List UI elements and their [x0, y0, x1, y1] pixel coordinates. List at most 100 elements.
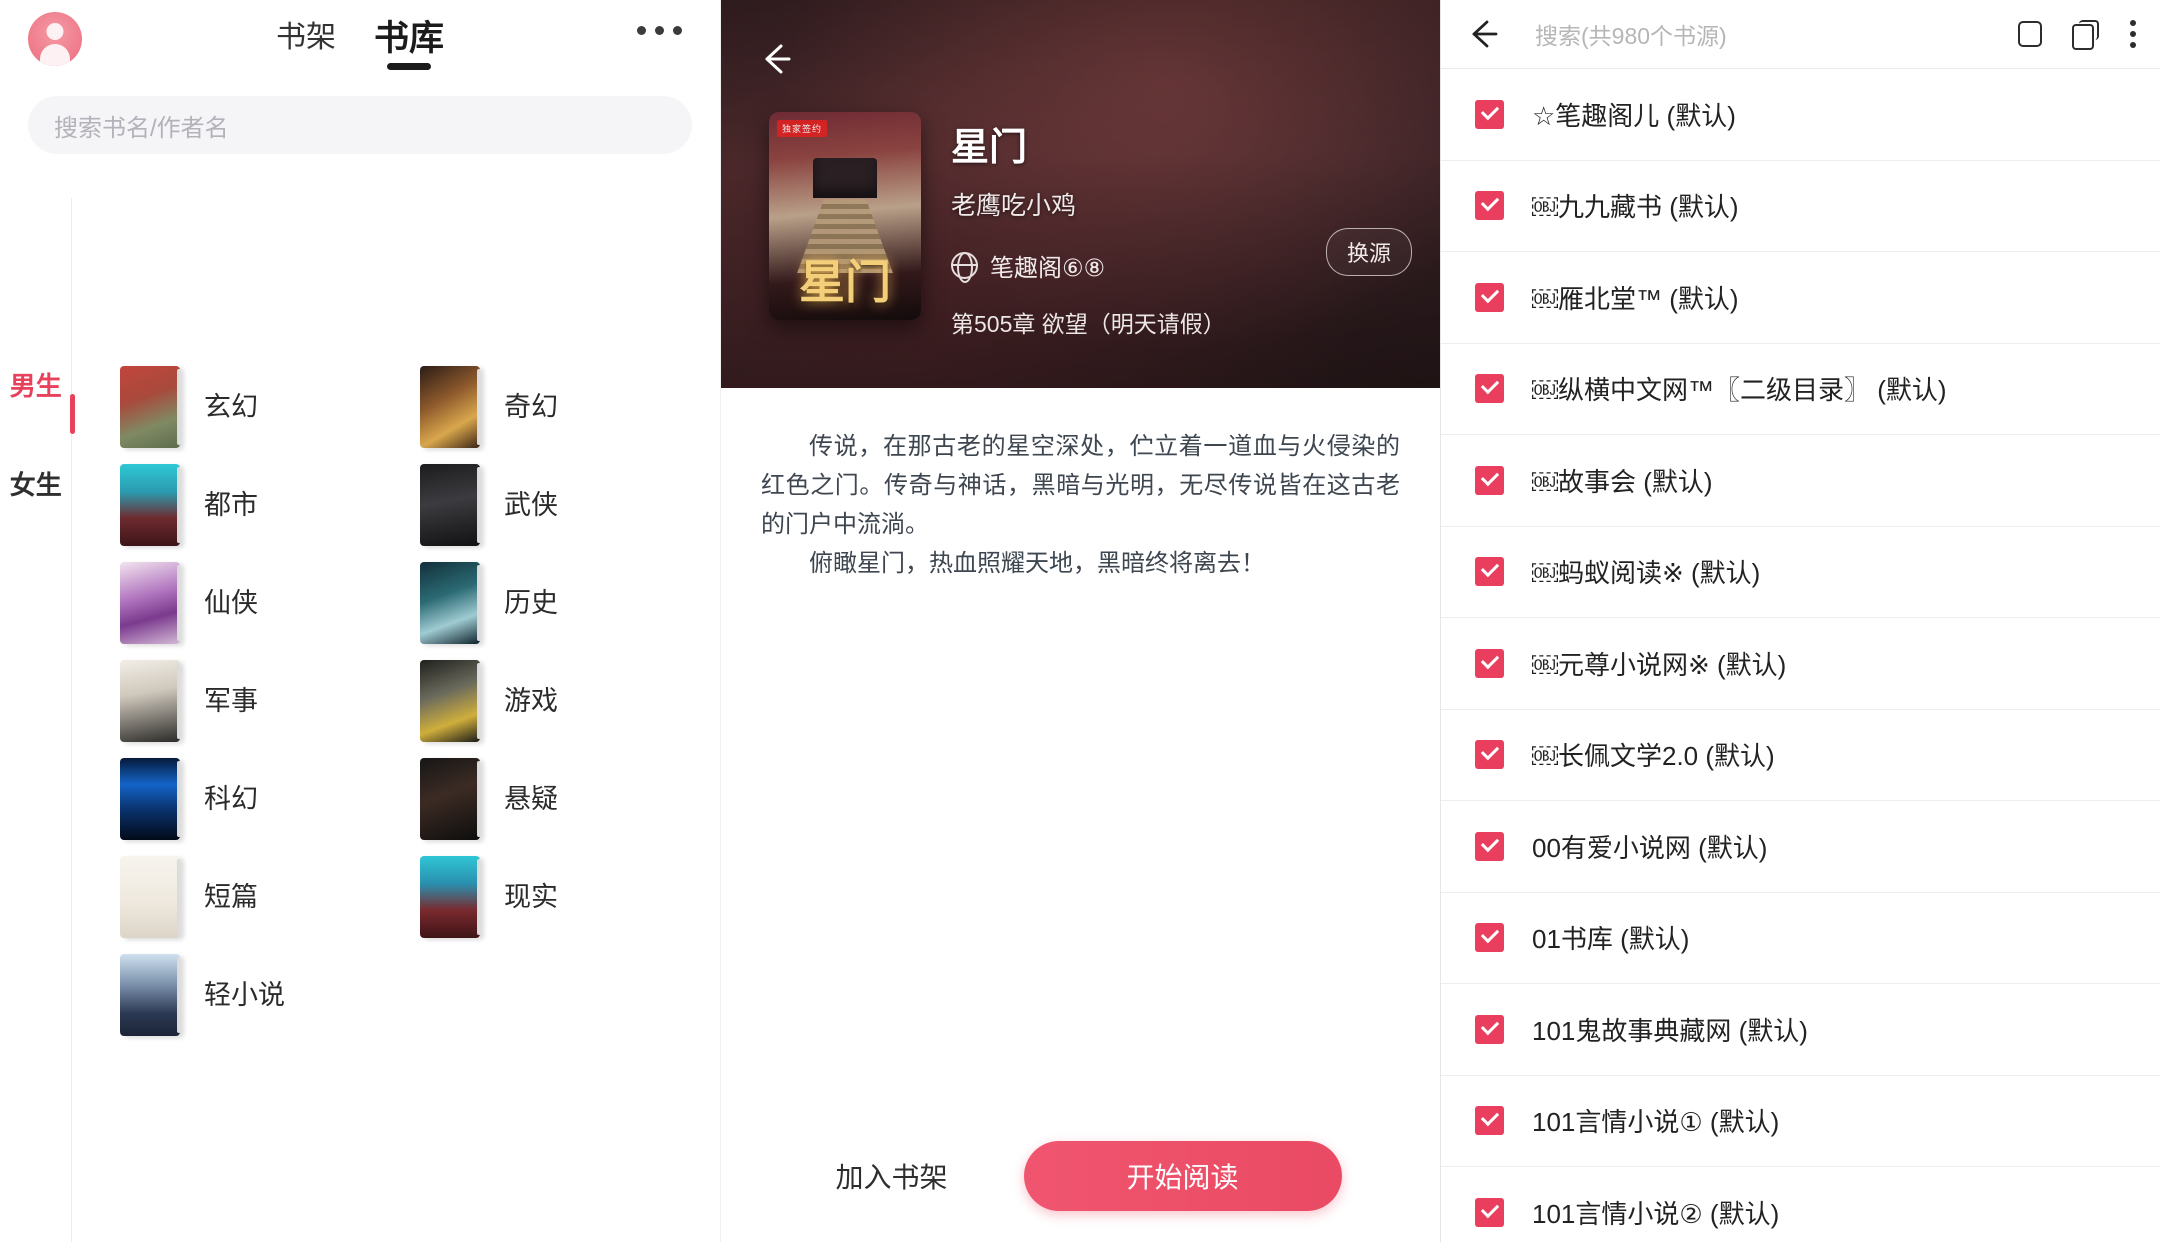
source-list-item[interactable]: ￼故事会 (默认) — [1441, 434, 2160, 526]
source-name-label: ￼雁北堂™ (默认) — [1532, 283, 1739, 314]
category-item[interactable]: 悬疑 — [420, 750, 720, 848]
category-cover-image — [420, 562, 480, 644]
back-arrow-icon[interactable] — [1463, 14, 1503, 54]
cover-page-edge — [477, 565, 480, 641]
category-label: 短篇 — [204, 881, 258, 912]
source-checkbox[interactable] — [1475, 923, 1504, 953]
source-list-item[interactable]: ￼蚂蚁阅读※ (默认) — [1441, 525, 2160, 618]
cover-page-edge — [477, 761, 480, 837]
stop-square-icon[interactable] — [2018, 21, 2042, 47]
source-checkbox[interactable] — [1475, 1197, 1504, 1227]
category-cover-image — [120, 366, 180, 448]
source-list-item[interactable]: 101鬼故事典藏网 (默认) — [1441, 983, 2160, 1075]
source-checkbox[interactable] — [1475, 374, 1504, 404]
source-checkbox[interactable] — [1475, 282, 1504, 312]
source-name-label: 00有爱小说网 (默认) — [1532, 832, 1768, 863]
cover-title-art: 星门 — [799, 257, 891, 308]
cover-page-edge — [177, 859, 180, 935]
category-item[interactable]: 轻小说 — [120, 946, 420, 1044]
gender-male[interactable]: 男生 — [10, 366, 62, 403]
source-checkbox[interactable] — [1475, 831, 1504, 861]
category-label: 悬疑 — [504, 783, 558, 814]
source-list-item[interactable]: 101言情小说② (默认) — [1441, 1166, 2160, 1242]
search-input-placeholder: 搜索书名/作者名 — [54, 114, 229, 142]
source-list-item[interactable]: ￼纵横中文网™〖二级目录〗 (默认) — [1441, 342, 2160, 435]
cover-page-edge — [177, 369, 180, 445]
category-cover-image — [120, 464, 180, 546]
category-label: 都市 — [204, 489, 258, 520]
category-cover-image — [120, 562, 180, 644]
source-checkbox[interactable] — [1475, 1106, 1504, 1136]
globe-icon — [951, 251, 978, 279]
book-latest-chapter: 第505章 欲望（明天请假） — [951, 310, 1226, 337]
source-list-item[interactable]: ￼元尊小说网※ (默认) — [1441, 617, 2160, 709]
more-vertical-icon[interactable] — [2128, 18, 2138, 50]
source-list-item[interactable]: ￼雁北堂™ (默认) — [1441, 251, 2160, 343]
tab-booklibrary[interactable]: 书库 — [372, 17, 446, 66]
category-cover-image — [420, 366, 480, 448]
source-name-label: 01书库 (默认) — [1532, 924, 1690, 955]
source-checkbox[interactable] — [1475, 648, 1504, 678]
source-checkbox[interactable] — [1475, 740, 1504, 770]
category-cover-image — [120, 660, 180, 742]
search-input[interactable]: 搜索书名/作者名 — [28, 96, 692, 154]
dot — [2130, 20, 2136, 26]
book-description: 传说，在那古老的星空深处，伫立着一道血与火侵染的红色之门。传奇与神话，黑暗与光明… — [761, 428, 1400, 584]
book-source-panel: 搜索(共980个书源) ☆笔趣阁儿 (默认) ￼九九藏书 (默认) ￼雁北堂™ (默… — [1440, 0, 2160, 1242]
back-arrow-icon[interactable] — [753, 36, 799, 82]
category-label: 武侠 — [504, 489, 558, 520]
category-item[interactable]: 游戏 — [420, 652, 720, 750]
dot — [655, 26, 664, 35]
source-search-input[interactable]: 搜索(共980个书源) — [1535, 17, 2018, 51]
category-item[interactable]: 现实 — [420, 848, 720, 946]
book-author: 老鹰吃小鸡 — [951, 191, 1077, 220]
category-item[interactable]: 武侠 — [420, 456, 720, 554]
source-checkbox[interactable] — [1475, 557, 1504, 587]
library-body: 男生 女生 玄幻 奇幻都市 武侠仙侠 历史军事 游戏 科幻 悬疑短篇 现实轻小说 — [0, 198, 720, 1242]
category-label: 军事 — [204, 685, 258, 716]
category-item[interactable]: 都市 — [120, 456, 420, 554]
more-horizontal-icon[interactable] — [637, 26, 682, 35]
source-checkbox[interactable] — [1475, 1014, 1504, 1044]
source-checkbox[interactable] — [1475, 191, 1504, 221]
source-list-item[interactable]: ☆笔趣阁儿 (默认) — [1441, 68, 2160, 160]
gender-female[interactable]: 女生 — [10, 465, 62, 502]
tab-bookshelf[interactable]: 书架 — [274, 19, 338, 63]
source-checkbox[interactable] — [1475, 465, 1504, 495]
dot — [2130, 31, 2136, 37]
book-library-panel: 书架 书库 搜索书名/作者名 男生 女生 玄幻 奇幻都市 武侠仙侠 历史军事 游戏 科幻 悬… — [0, 0, 720, 1242]
start-reading-button[interactable]: 开始阅读 — [1023, 1141, 1342, 1211]
change-source-button[interactable]: 换源 — [1325, 228, 1412, 276]
source-topbar: 搜索(共980个书源) — [1441, 0, 2160, 68]
book-cover[interactable]: 独家签约 星门 — [769, 112, 921, 320]
category-label: 历史 — [504, 587, 558, 618]
source-name-label: ￼长佩文学2.0 (默认) — [1532, 741, 1775, 772]
source-name-label: 101言情小说① (默认) — [1532, 1107, 1780, 1138]
category-label: 轻小说 — [204, 979, 285, 1010]
source-list-item[interactable]: 00有爱小说网 (默认) — [1441, 800, 2160, 892]
category-item[interactable]: 奇幻 — [420, 358, 720, 456]
source-list-item[interactable]: ￼九九藏书 (默认) — [1441, 159, 2160, 252]
source-name-label: ￼九九藏书 (默认) — [1532, 192, 1739, 223]
copy-icon[interactable] — [2072, 20, 2098, 50]
category-item[interactable]: 军事 — [120, 652, 420, 750]
source-list: ☆笔趣阁儿 (默认) ￼九九藏书 (默认) ￼雁北堂™ (默认) ￼纵横中文网™〖二级… — [1441, 68, 2160, 1242]
cover-page-edge — [477, 663, 480, 739]
category-label: 仙侠 — [204, 587, 258, 618]
dot — [673, 26, 682, 35]
source-list-item[interactable]: ￼长佩文学2.0 (默认) — [1441, 708, 2160, 801]
category-item[interactable]: 仙侠 — [120, 554, 420, 652]
add-to-shelf-button[interactable]: 加入书架 — [819, 1146, 963, 1206]
source-list-item[interactable]: 101言情小说① (默认) — [1441, 1074, 2160, 1167]
gender-filter: 男生 女生 — [0, 198, 71, 1242]
category-item[interactable]: 短篇 — [120, 848, 420, 946]
source-name-label: ￼纵横中文网™〖二级目录〗 (默认) — [1532, 375, 1947, 406]
source-checkbox[interactable] — [1475, 99, 1504, 129]
category-item[interactable]: 玄幻 — [120, 358, 420, 456]
category-item[interactable]: 历史 — [420, 554, 720, 652]
category-item[interactable]: 科幻 — [120, 750, 420, 848]
category-label: 现实 — [504, 881, 558, 912]
category-label: 玄幻 — [204, 391, 258, 422]
source-list-item[interactable]: 01书库 (默认) — [1441, 891, 2160, 984]
source-name-label: 101鬼故事典藏网 (默认) — [1532, 1015, 1808, 1046]
